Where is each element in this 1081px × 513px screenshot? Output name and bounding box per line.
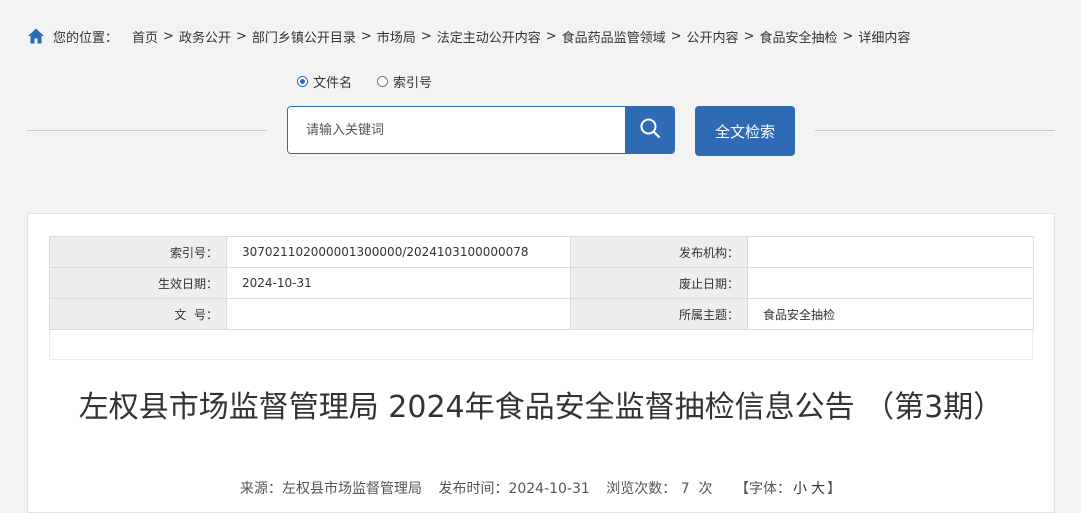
doc-number-value — [226, 298, 571, 330]
breadcrumb-item-statutory-content[interactable]: 法定主动公开内容 — [437, 27, 541, 46]
index-label: 索引号： — [49, 236, 227, 268]
topic-label: 所属主题： — [570, 298, 748, 330]
publisher-value — [747, 236, 1034, 268]
article-publish-time: 发布时间：2024-10-31 — [438, 481, 590, 497]
font-label: 【字体： — [735, 481, 791, 497]
effective-date-label: 生效日期： — [49, 267, 227, 299]
breadcrumb-separator: > — [163, 28, 174, 44]
breadcrumb-item-dept-directory[interactable]: 部门乡镇公开目录 — [252, 27, 356, 46]
breadcrumb-item-home[interactable]: 首页 — [132, 27, 158, 46]
breadcrumb-separator: > — [545, 28, 557, 44]
radio-index-label: 索引号 — [393, 76, 433, 91]
font-large-button[interactable]: 大 — [811, 481, 825, 497]
table-row: 索引号： 307021102000001300000/2024103100000… — [49, 236, 1034, 268]
search-type-options: 文件名 索引号 — [297, 72, 457, 91]
radio-index-number[interactable]: 索引号 — [377, 72, 432, 91]
publisher-label: 发布机构： — [570, 236, 748, 268]
breadcrumb-separator: > — [670, 28, 682, 44]
breadcrumb: 您的位置： 首页 > 政务公开 > 部门乡镇公开目录 > 市场局 > 法定主动公… — [27, 26, 910, 46]
breadcrumb-separator: > — [842, 28, 854, 44]
search-button[interactable] — [625, 107, 674, 153]
home-icon[interactable] — [27, 27, 45, 45]
radio-filename-label: 文件名 — [313, 76, 353, 91]
font-end: 】 — [827, 481, 841, 497]
abolish-date-label: 废止日期： — [570, 267, 748, 299]
search-icon — [639, 117, 661, 143]
radio-filename-circle[interactable] — [297, 76, 308, 87]
effective-date-value: 2024-10-31 — [226, 267, 571, 299]
index-value: 307021102000001300000/2024103100000078 — [226, 236, 571, 268]
breadcrumb-item-detail: 详细内容 — [858, 30, 911, 46]
breadcrumb-item-public-content[interactable]: 公开内容 — [687, 27, 739, 46]
breadcrumb-item-food-sampling[interactable]: 食品安全抽检 — [759, 27, 837, 46]
breadcrumb-separator: > — [420, 28, 432, 44]
font-small-button[interactable]: 小 — [793, 481, 807, 497]
metadata-table: 索引号： 307021102000001300000/2024103100000… — [49, 236, 1034, 330]
radio-filename[interactable]: 文件名 — [297, 72, 352, 91]
breadcrumb-label: 您的位置： — [53, 30, 119, 46]
fulltext-search-button[interactable]: 全文检索 — [695, 106, 795, 156]
table-row: 文 号： 所属主题： 食品安全抽检 — [49, 298, 1034, 330]
divider-right — [815, 130, 1055, 131]
divider-left — [27, 130, 267, 131]
abolish-date-value — [747, 267, 1034, 299]
doc-number-label: 文 号： — [49, 298, 227, 330]
breadcrumb-item-market-bureau[interactable]: 市场局 — [377, 27, 416, 46]
breadcrumb-separator: > — [360, 28, 372, 44]
article-title: 左权县市场监督管理局 2024年食品安全监督抽检信息公告 （第3期） — [78, 390, 1004, 426]
topic-value: 食品安全抽检 — [747, 298, 1034, 330]
article-info: 来源：左权县市场监督管理局 发布时间：2024-10-31 浏览次数： 7 次 … — [0, 478, 1081, 498]
radio-index-circle[interactable] — [377, 76, 389, 87]
metadata-spacer — [49, 330, 1033, 360]
search-input[interactable] — [288, 107, 625, 153]
article-source: 来源：左权县市场监督管理局 — [240, 481, 422, 497]
breadcrumb-separator: > — [743, 28, 755, 44]
breadcrumb-item-gov-affairs[interactable]: 政务公开 — [179, 27, 231, 46]
breadcrumb-separator: > — [235, 28, 247, 44]
search-box — [287, 106, 675, 154]
font-size-switch: 【字体：小大】 — [735, 481, 841, 497]
table-row: 生效日期： 2024-10-31 废止日期： — [49, 267, 1034, 299]
article-views: 浏览次数： 7 次 — [606, 481, 713, 497]
breadcrumb-item-food-drug[interactable]: 食品药品监管领域 — [562, 27, 666, 46]
